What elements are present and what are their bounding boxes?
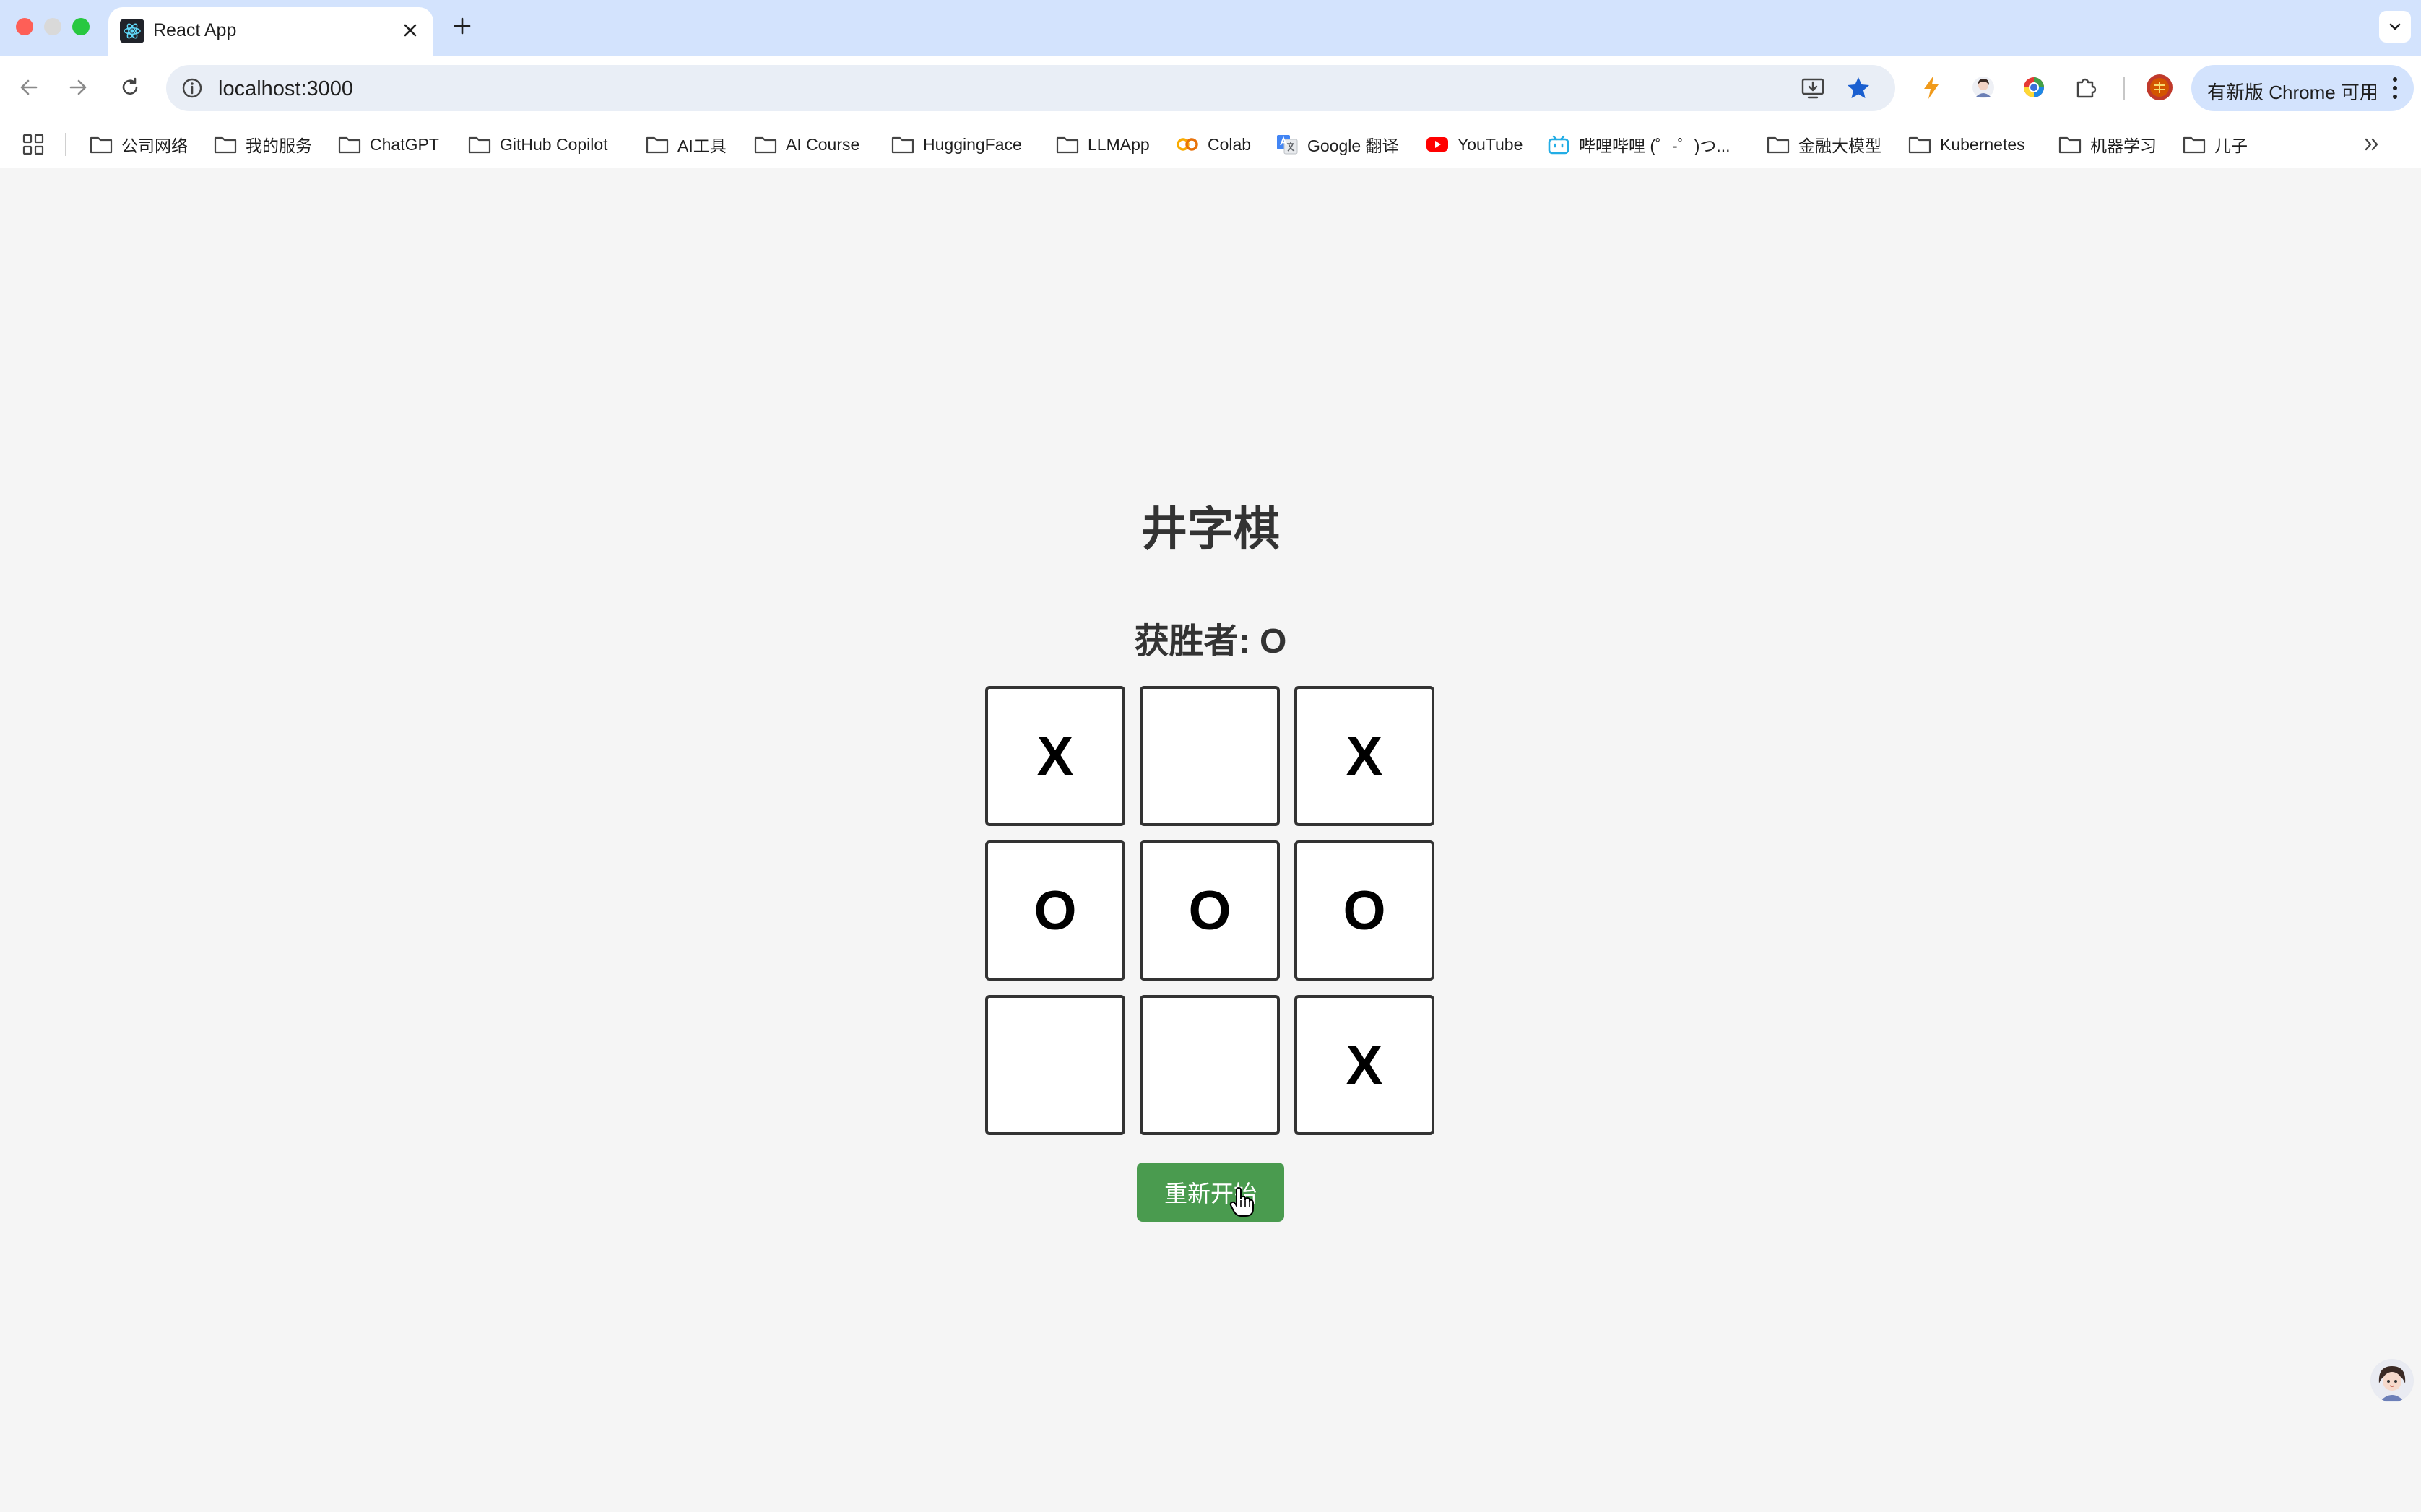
bookmark-item[interactable]: 公司网络 (90, 130, 188, 159)
board-cell[interactable]: X (985, 686, 1125, 826)
address-bar[interactable]: localhost:3000 (166, 65, 1895, 111)
back-arrow-icon[interactable] (12, 70, 46, 105)
bookmark-label: AI工具 (677, 136, 727, 155)
folder-icon (468, 134, 491, 155)
bookmark-label: Google 翻译 (1307, 136, 1399, 155)
folder-icon (338, 134, 361, 155)
bookmark-label: 机器学习 (2090, 136, 2157, 155)
window-minimize-button[interactable] (44, 18, 61, 35)
react-icon (120, 19, 144, 43)
bookmark-item[interactable]: LLMApp (1056, 130, 1150, 159)
board-cell[interactable]: X (1294, 686, 1434, 826)
new-tab-button[interactable] (446, 10, 478, 42)
restart-button[interactable]: 重新开始 (1137, 1163, 1284, 1222)
bookmark-label: HuggingFace (923, 134, 1022, 154)
winner-status: 获胜者: O (1134, 622, 1287, 661)
tab-close-icon[interactable] (397, 17, 423, 43)
board-cell[interactable]: X (1294, 995, 1434, 1135)
folder-icon (891, 134, 914, 155)
bookmark-item[interactable]: Kubernetes (1908, 130, 2025, 159)
bookmark-label: 儿子 (2214, 136, 2248, 155)
bookmark-item[interactable]: HuggingFace (891, 130, 1022, 159)
toolbar-divider (2123, 77, 2125, 100)
bookmark-label: YouTube (1458, 134, 1523, 154)
bookmark-label: 我的服务 (246, 136, 312, 155)
board-cell[interactable] (1140, 995, 1280, 1135)
bookmark-item[interactable]: Google 翻译 (1276, 130, 1399, 159)
folder-icon (2183, 134, 2206, 155)
bookmark-label: 公司网络 (121, 136, 188, 155)
assistant-avatar-icon[interactable] (2370, 1359, 2414, 1402)
folder-icon (90, 134, 113, 155)
update-button-label: 有新版 Chrome 可用 (2207, 82, 2378, 103)
colab-icon (1176, 134, 1199, 155)
folder-icon (1767, 134, 1790, 155)
bookmark-item[interactable]: 儿子 (2183, 130, 2248, 159)
folder-icon (754, 134, 777, 155)
page-viewport: 井字棋 获胜者: O X X O O O X 重新开始 (0, 169, 2421, 1512)
bookmark-label: AI Course (786, 134, 860, 154)
profile-avatar-icon[interactable] (2145, 73, 2174, 102)
folder-icon (2058, 134, 2082, 155)
board-cell[interactable] (985, 995, 1125, 1135)
window-close-button[interactable] (16, 18, 33, 35)
bookmark-item[interactable]: 哔哩哔哩 (゜-゜)つ... (1547, 130, 1731, 159)
bilibili-icon (1547, 134, 1570, 155)
bookmark-item[interactable]: AI工具 (646, 130, 727, 159)
window-maximize-button[interactable] (72, 18, 90, 35)
board-cell[interactable]: O (1140, 840, 1280, 981)
bookmark-label: 金融大模型 (1798, 136, 1881, 155)
install-app-icon[interactable] (1800, 75, 1826, 101)
folder-icon (1056, 134, 1079, 155)
board-cell[interactable] (1140, 686, 1280, 826)
site-info-icon[interactable] (181, 77, 204, 100)
apps-grid-icon[interactable] (22, 133, 45, 156)
more-vertical-icon[interactable] (2388, 75, 2402, 101)
tic-tac-toe-board: X X O O O X (985, 686, 1436, 1137)
bookmark-item[interactable]: AI Course (754, 130, 859, 159)
bookmark-item[interactable]: GitHub Copilot (468, 130, 608, 159)
bookmark-label: GitHub Copilot (500, 134, 608, 154)
bookmarks-overflow-chevron-icon[interactable] (2359, 131, 2385, 157)
browser-toolbar: localhost:3000 有新版 Chrome 可用 (0, 56, 2421, 120)
tab-title: React App (153, 20, 237, 40)
bookmark-separator (65, 133, 66, 156)
folder-icon (1908, 134, 1931, 155)
browser-tab-active[interactable]: React App (108, 7, 433, 56)
lightning-extension-icon[interactable] (1917, 73, 1946, 102)
avatar-extension-icon[interactable] (1969, 73, 1998, 102)
tab-search-chevron-down-icon[interactable] (2379, 11, 2411, 43)
browser-tabstrip: React App (0, 0, 2421, 56)
bookmark-item[interactable]: 金融大模型 (1767, 130, 1881, 159)
bookmark-item[interactable]: ChatGPT (338, 130, 439, 159)
forward-arrow-icon[interactable] (61, 70, 95, 105)
chrome-update-button[interactable]: 有新版 Chrome 可用 (2191, 65, 2414, 111)
bookmarks-bar: 公司网络 我的服务 ChatGPT GitHub Copilot AI工具 AI… (0, 120, 2421, 168)
google-translate-icon (1276, 134, 1299, 155)
bookmark-label: ChatGPT (370, 134, 439, 154)
bookmark-item[interactable]: Colab (1176, 130, 1251, 159)
youtube-icon (1426, 134, 1449, 155)
bookmark-star-icon[interactable] (1845, 75, 1871, 101)
bookmark-item[interactable]: 我的服务 (214, 130, 312, 159)
color-picker-extension-icon[interactable] (2019, 73, 2048, 102)
extensions-puzzle-icon[interactable] (2071, 73, 2100, 102)
bookmark-label: 哔哩哔哩 (゜-゜)つ... (1579, 136, 1731, 155)
game-title: 井字棋 (1141, 503, 1280, 555)
bookmark-label: Kubernetes (1940, 134, 2025, 154)
bookmark-item[interactable]: YouTube (1426, 130, 1523, 159)
hand-pointer-cursor-icon (1229, 1187, 1254, 1217)
url-text: localhost:3000 (218, 77, 354, 100)
reload-icon[interactable] (113, 70, 147, 105)
bookmark-label: LLMApp (1088, 134, 1150, 154)
bookmark-label: Colab (1208, 134, 1252, 154)
folder-icon (646, 134, 669, 155)
bookmark-item[interactable]: 机器学习 (2058, 130, 2157, 159)
board-cell[interactable]: O (1294, 840, 1434, 981)
board-cell[interactable]: O (985, 840, 1125, 981)
folder-icon (214, 134, 237, 155)
